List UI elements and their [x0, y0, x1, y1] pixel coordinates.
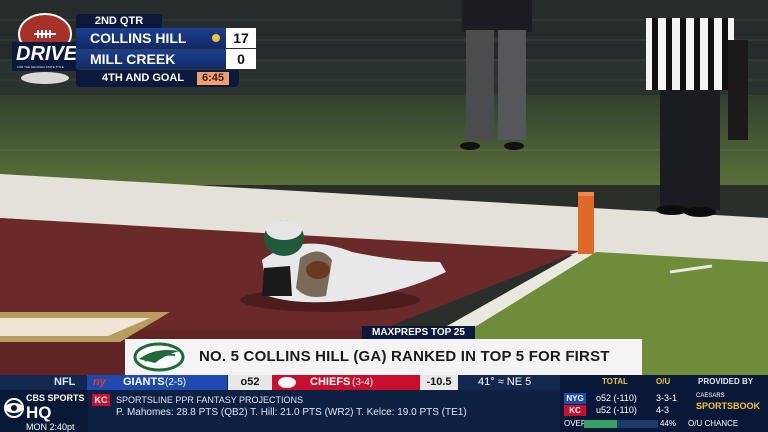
network-name: CBS SPORTS: [26, 393, 85, 403]
headline-banner: NO. 5 COLLINS HILL (GA) RANKED IN TOP 5 …: [125, 339, 642, 401]
odds-header-total: TOTAL: [602, 377, 628, 386]
bottom-ticker: NFL ny GIANTS (2-5) o52 CHIEFS (3-4) -10…: [0, 375, 768, 432]
home-team-block: CHIEFS (3-4): [272, 375, 420, 390]
odds-ou-nyg: 3-3-1: [656, 393, 678, 403]
odds-team-nyg: NYG: [564, 393, 586, 404]
scoreboard: DRIVE FOR THE GEORGIA STATE TITLE 2ND QT…: [12, 12, 256, 90]
feature-team-tag: KC: [92, 394, 110, 406]
game-total: o52: [228, 375, 272, 390]
away-team-name: GIANTS: [123, 376, 165, 388]
headline-text: NO. 5 COLLINS HILL (GA) RANKED IN TOP 5 …: [199, 348, 610, 401]
away-team-block: ny GIANTS (2-5): [87, 375, 227, 390]
team2-score: 0: [226, 49, 256, 69]
over-chance-bar: [584, 420, 658, 428]
game-spread: -10.5: [420, 375, 458, 390]
sponsor-name: SPORTSBOOK: [696, 401, 761, 411]
network-time: MON 2:40pt: [26, 422, 75, 432]
league-label: NFL: [54, 376, 76, 388]
odds-panel: TOTAL O/U PROVIDED BY NYG o52 (-110) 3-3…: [560, 375, 768, 432]
game-clock: 6:45: [196, 72, 229, 85]
odds-header-ou: O/U: [656, 377, 671, 386]
cbs-eye-icon: [4, 398, 24, 418]
quarter-label: 2ND QTR: [76, 14, 162, 28]
odds-header-provided: PROVIDED BY: [698, 377, 754, 386]
over-percent: 44%: [660, 419, 677, 428]
giants-logo-icon: ny: [93, 376, 106, 388]
team1-name: COLLINS HILL: [90, 30, 187, 46]
chiefs-logo-icon: [278, 377, 296, 388]
odds-total-nyg: o52 (-110): [596, 393, 637, 403]
sponsor-small: CAESARS: [696, 393, 725, 399]
banner-tag: MAXPREPS TOP 25: [362, 326, 475, 339]
odds-ou-kc: 4-3: [656, 405, 670, 415]
feature-line: P. Mahomes: 28.8 PTS (QB2) T. Hill: 21.0…: [116, 407, 467, 418]
home-team-name: CHIEFS: [310, 376, 351, 388]
team1-score: 17: [226, 28, 256, 48]
feature-title: SPORTSLINE PPR FANTASY PROJECTIONS: [116, 395, 304, 405]
weather-readout: 41° ≈ NE 5: [478, 376, 532, 388]
odds-total-kc: u52 (-110): [596, 405, 637, 415]
network-hq: HQ: [26, 403, 52, 422]
over-chance-fill: [584, 420, 617, 428]
drive-logo-text: DRIVE: [16, 43, 78, 65]
away-team-record: (2-5): [165, 377, 187, 388]
home-team-record: (3-4): [352, 377, 374, 388]
possession-icon: [212, 34, 220, 42]
drive-logo-tagline: FOR THE GEORGIA STATE TITLE: [17, 65, 64, 69]
ticker-game-line: NFL ny GIANTS (2-5) o52 CHIEFS (3-4) -10…: [0, 375, 560, 390]
scoreboard-row-team2: MILL CREEK 0: [76, 49, 256, 69]
odds-team-kc: KC: [564, 405, 586, 416]
drive-logo: DRIVE FOR THE GEORGIA STATE TITLE: [12, 12, 78, 88]
scoreboard-row-team1: COLLINS HILL 17: [76, 28, 256, 48]
network-brand: CBS SPORTS HQ MON 2:40pt: [0, 390, 88, 432]
down-distance-bar: 4TH AND GOAL 6:45: [76, 70, 239, 87]
down-distance: 4TH AND GOAL: [102, 72, 185, 84]
chance-label: O/U CHANCE: [688, 419, 739, 428]
school-logo-icon: [125, 339, 189, 375]
team2-name: MILL CREEK: [90, 51, 176, 67]
